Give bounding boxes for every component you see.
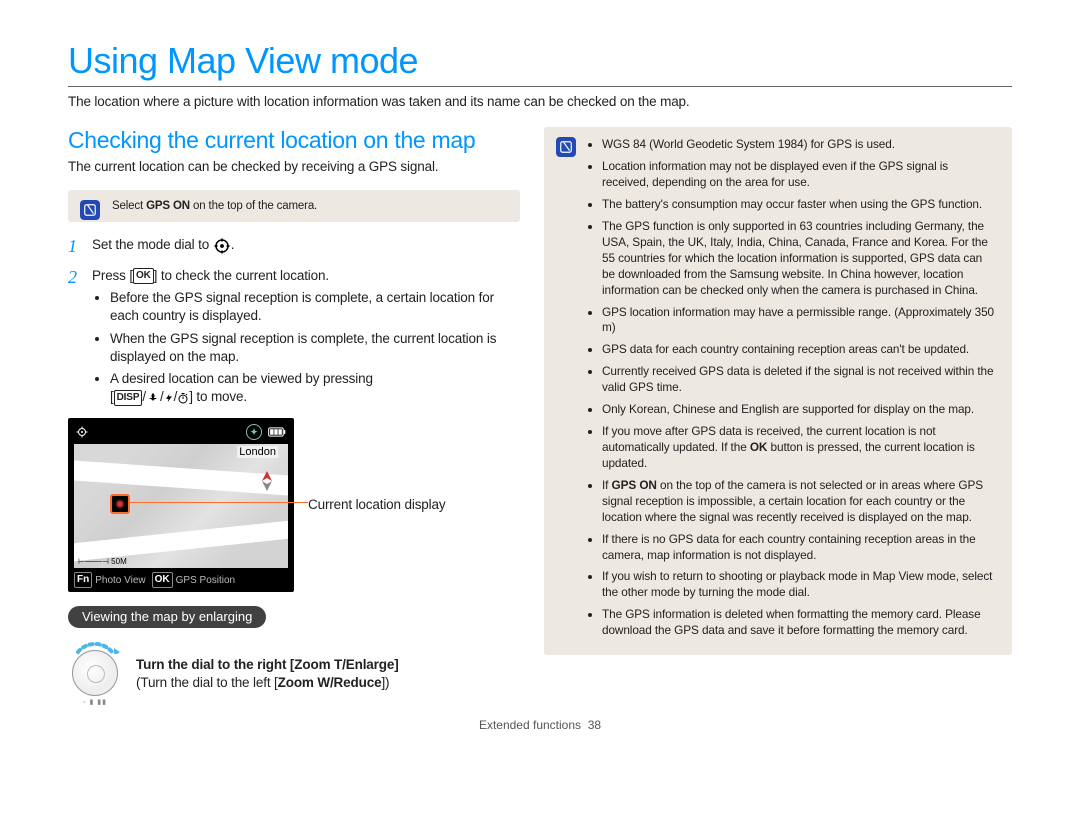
step2-bullet: A desired location can be viewed by pres…: [110, 370, 520, 406]
step1-text: Set the mode dial to: [92, 237, 213, 252]
compass-icon: [258, 470, 276, 492]
note-item: Location information may not be displaye…: [602, 159, 998, 191]
section-lead: The current location can be checked by r…: [68, 158, 520, 176]
note-item: The battery's consumption may occur fast…: [602, 197, 998, 213]
note-icon: [556, 137, 576, 157]
page-footer: Extended functions 38: [68, 718, 1012, 732]
map-city-label: London: [237, 446, 278, 458]
gps-target-icon: [76, 426, 88, 438]
note-box-gps-on: Select GPS ON on the top of the camera.: [68, 190, 520, 222]
photo-view-tag: Fn Photo View: [74, 572, 146, 588]
page-title: Using Map View mode: [68, 40, 1012, 82]
mode-dial-icon: [213, 237, 231, 255]
note-item: If GPS ON on the top of the camera is no…: [602, 478, 998, 526]
subsection-pill: Viewing the map by enlarging: [68, 606, 266, 628]
gps-position-tag: OK GPS Position: [152, 572, 235, 588]
intro-text: The location where a picture with locati…: [68, 93, 1012, 111]
step2-post: ] to check the current location.: [154, 268, 329, 283]
note-item: The GPS function is only supported in 63…: [602, 219, 998, 299]
step-number: 1: [68, 236, 84, 258]
note-bold: GPS ON: [146, 200, 190, 212]
note-item: If there is no GPS data for each country…: [602, 532, 998, 564]
map-scale: ⊢───⊣ 50M: [78, 557, 127, 566]
note-item: The GPS information is deleted when form…: [602, 607, 998, 639]
info-note-box: WGS 84 (World Geodetic System 1984) for …: [544, 127, 1012, 655]
note-item: WGS 84 (World Geodetic System 1984) for …: [602, 137, 998, 153]
current-location-pin: [110, 494, 130, 514]
flash-icon: [164, 392, 174, 404]
gps-status-icon: ✦: [246, 424, 262, 440]
disp-key-icon: DISP: [114, 390, 143, 406]
note-item: Only Korean, Chinese and English are sup…: [602, 402, 998, 418]
note-item: GPS data for each country containing rec…: [602, 342, 998, 358]
callout-label: Current location display: [308, 496, 445, 514]
step-1: 1 Set the mode dial to .: [68, 236, 520, 258]
step-2: 2 Press [OK] to check the current locati…: [68, 267, 520, 411]
battery-icon: [268, 427, 286, 437]
section-heading: Checking the current location on the map: [68, 127, 520, 154]
callout-line: [128, 502, 308, 503]
ok-key-icon: OK: [133, 268, 154, 284]
divider: [68, 86, 1012, 87]
step2-pre: Press [: [92, 268, 133, 283]
dial-instructions: Turn the dial to the right [Zoom T/Enlar…: [136, 656, 399, 692]
map-preview: ✦ London ⊢───⊣ 50M: [68, 418, 294, 592]
timer-icon: [177, 392, 189, 404]
zoom-dial-illustration: ◦ ▮ ▮▮: [68, 642, 122, 706]
note-item: GPS location information may have a perm…: [602, 305, 998, 337]
note-item: If you wish to return to shooting or pla…: [602, 569, 998, 601]
note-suffix: on the top of the camera.: [190, 200, 317, 212]
note-icon: [80, 200, 100, 220]
note-item: Currently received GPS data is deleted i…: [602, 364, 998, 396]
note-item: If you move after GPS data is received, …: [602, 424, 998, 472]
step2-bullet: Before the GPS signal reception is compl…: [110, 289, 520, 325]
step-number: 2: [68, 267, 84, 411]
note-prefix: Select: [112, 200, 146, 212]
macro-icon: [146, 392, 160, 404]
step2-bullet: When the GPS signal reception is complet…: [110, 330, 520, 366]
